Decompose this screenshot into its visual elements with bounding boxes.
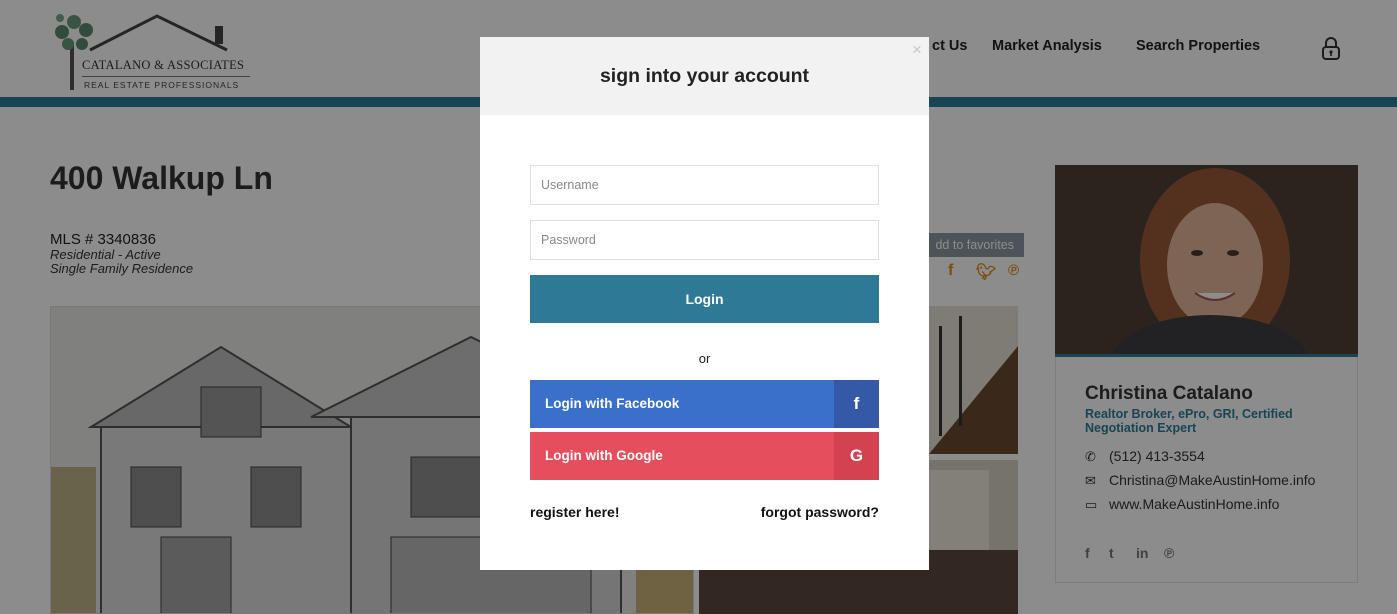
login-button[interactable]: Login bbox=[530, 275, 879, 323]
register-link[interactable]: register here! bbox=[530, 504, 619, 520]
google-button-label: Login with Google bbox=[545, 448, 663, 463]
modal-header: sign into your account × bbox=[480, 37, 929, 115]
facebook-button-label: Login with Facebook bbox=[545, 396, 680, 411]
forgot-password-link[interactable]: forgot password? bbox=[761, 504, 879, 520]
username-input[interactable] bbox=[530, 165, 879, 205]
modal-title: sign into your account bbox=[599, 65, 810, 87]
or-divider: or bbox=[698, 351, 711, 366]
password-input[interactable] bbox=[530, 220, 879, 260]
login-modal: sign into your account × Login or Login … bbox=[480, 37, 929, 570]
login-with-google-button[interactable]: Login with Google G bbox=[530, 432, 879, 480]
login-with-facebook-button[interactable]: Login with Facebook f bbox=[530, 380, 879, 428]
google-icon: G bbox=[834, 432, 879, 480]
facebook-icon: f bbox=[834, 380, 879, 428]
close-icon[interactable]: × bbox=[908, 41, 926, 59]
